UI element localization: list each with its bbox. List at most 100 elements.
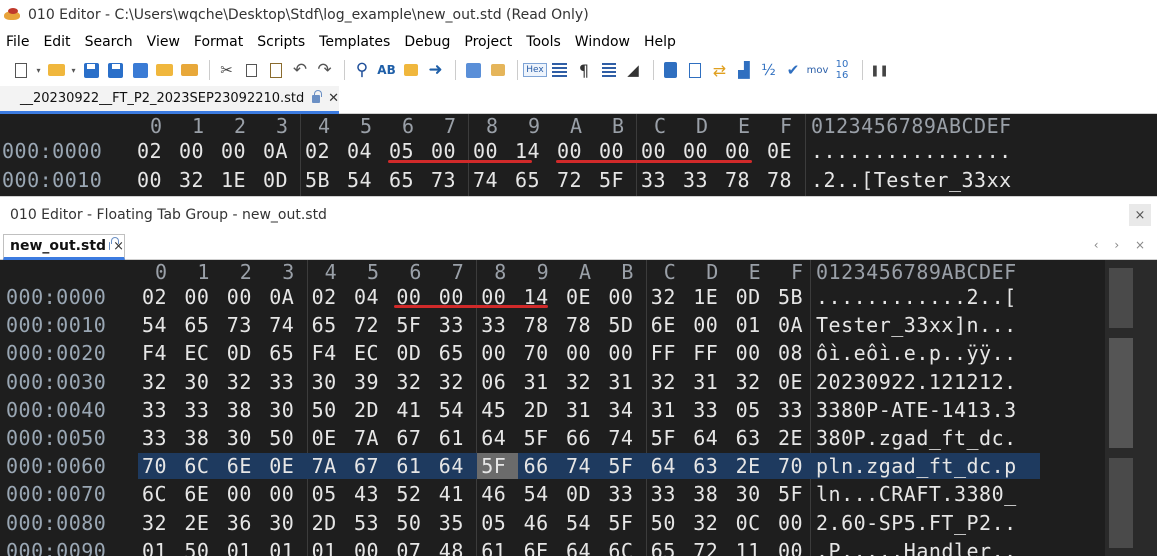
- checksum-icon[interactable]: ½: [758, 59, 780, 81]
- ascii-text[interactable]: Tester_33xx]n...: [816, 313, 1017, 337]
- hex-byte[interactable]: 1E: [221, 168, 246, 192]
- ascii-text[interactable]: pln.zgad_ft_dc.p: [816, 454, 1017, 478]
- calculator-icon[interactable]: [660, 59, 682, 81]
- hex-byte[interactable]: 53: [354, 511, 379, 535]
- hex-byte[interactable]: 01: [142, 539, 167, 556]
- hex-byte[interactable]: 31: [608, 370, 633, 394]
- hex-byte[interactable]: 00: [736, 341, 761, 365]
- hex-byte[interactable]: 0D: [566, 482, 591, 506]
- ascii-text[interactable]: .2..[Tester_33xx: [811, 168, 1012, 192]
- list-icon[interactable]: [598, 59, 620, 81]
- ascii-text[interactable]: ln...CRAFT.3380_: [816, 482, 1017, 506]
- hex-byte[interactable]: 7A: [354, 426, 379, 450]
- hex-byte[interactable]: 6C: [608, 539, 633, 556]
- hex-byte[interactable]: 5F: [481, 454, 506, 478]
- hex-byte[interactable]: 32: [651, 370, 676, 394]
- hex-byte[interactable]: 61: [439, 426, 464, 450]
- ascii-text[interactable]: 3380P-ATE-1413.3: [816, 398, 1017, 422]
- hex-byte[interactable]: 02: [142, 285, 167, 309]
- hex-byte[interactable]: 5F: [608, 454, 633, 478]
- hex-byte[interactable]: 78: [524, 313, 549, 337]
- hex-byte[interactable]: 6E: [651, 313, 676, 337]
- hex-byte[interactable]: 50: [184, 539, 209, 556]
- minimap-scrollbar[interactable]: [1105, 260, 1157, 556]
- hex-byte[interactable]: 61: [481, 539, 506, 556]
- hex-byte[interactable]: 50: [396, 511, 421, 535]
- hex-byte[interactable]: 46: [481, 482, 506, 506]
- ascii-text[interactable]: ................: [811, 139, 1012, 163]
- hex-byte[interactable]: 64: [693, 426, 718, 450]
- pilcrow-icon[interactable]: ¶: [573, 59, 595, 81]
- hex-byte[interactable]: 0D: [736, 285, 761, 309]
- goto-icon[interactable]: ➜: [425, 59, 447, 81]
- hex-byte[interactable]: 78: [566, 313, 591, 337]
- hex-byte[interactable]: 5B: [305, 168, 330, 192]
- copy-icon[interactable]: [240, 59, 262, 81]
- hex-byte[interactable]: 41: [439, 482, 464, 506]
- hex-byte[interactable]: 00: [354, 539, 379, 556]
- hex-byte[interactable]: 64: [481, 426, 506, 450]
- close-icon[interactable]: ✕: [328, 91, 339, 106]
- hex-byte[interactable]: 0D: [263, 168, 288, 192]
- menu-debug[interactable]: Debug: [397, 34, 457, 50]
- tab-nav-controls[interactable]: ‹ › ×: [1094, 238, 1151, 252]
- hex-byte[interactable]: 32: [142, 370, 167, 394]
- hex-byte[interactable]: 70: [142, 454, 167, 478]
- hex-byte[interactable]: 46: [524, 511, 549, 535]
- hex-byte[interactable]: 33: [778, 398, 803, 422]
- ascii-text[interactable]: 380P.zgad_ft_dc.: [816, 426, 1017, 450]
- hex-byte[interactable]: 72: [557, 168, 582, 192]
- hex-byte[interactable]: 02: [305, 139, 330, 163]
- hex-byte[interactable]: 00: [184, 285, 209, 309]
- mov-icon[interactable]: mov: [807, 59, 829, 81]
- hex-byte[interactable]: 7A: [312, 454, 337, 478]
- hex-byte[interactable]: 65: [389, 168, 414, 192]
- swap-icon[interactable]: ⇄: [709, 59, 731, 81]
- hex-byte[interactable]: 33: [142, 426, 167, 450]
- hex-byte[interactable]: 70: [524, 341, 549, 365]
- hex-byte[interactable]: 65: [515, 168, 540, 192]
- hex-byte[interactable]: 70: [778, 454, 803, 478]
- hex-byte[interactable]: 6C: [142, 482, 167, 506]
- hex-byte[interactable]: 33: [439, 313, 464, 337]
- paste-icon[interactable]: [265, 59, 287, 81]
- hex-byte[interactable]: 5F: [524, 426, 549, 450]
- hex-byte[interactable]: 33: [184, 398, 209, 422]
- hex-byte[interactable]: 54: [524, 482, 549, 506]
- hex-byte[interactable]: 01: [736, 313, 761, 337]
- hex-byte[interactable]: 39: [354, 370, 379, 394]
- hex-byte[interactable]: 01: [227, 539, 252, 556]
- hex-editor-top[interactable]: 0 1 2 3 4 5 6 7 8 9 A B C D E F 0123456789ABCDEF 000:0000…: [0, 114, 1157, 196]
- hex-byte[interactable]: 74: [608, 426, 633, 450]
- menu-format[interactable]: Format: [187, 34, 250, 50]
- hex-byte[interactable]: 00: [693, 313, 718, 337]
- hex-byte[interactable]: 2E: [736, 454, 761, 478]
- hex-byte[interactable]: 6E: [184, 482, 209, 506]
- hex-byte[interactable]: 38: [184, 426, 209, 450]
- hex-byte[interactable]: 38: [693, 482, 718, 506]
- undo-icon[interactable]: ↶: [289, 59, 311, 81]
- hex-byte[interactable]: FF: [693, 341, 718, 365]
- hex-byte[interactable]: 5F: [608, 511, 633, 535]
- hex-byte[interactable]: 33: [608, 482, 633, 506]
- hex-byte[interactable]: 2E: [778, 426, 803, 450]
- hex-byte[interactable]: 64: [439, 454, 464, 478]
- hex-byte[interactable]: FF: [651, 341, 676, 365]
- cut-icon[interactable]: ✂: [216, 59, 238, 81]
- hex-byte[interactable]: 54: [566, 511, 591, 535]
- highlight-icon[interactable]: ◢: [622, 59, 644, 81]
- hex-byte[interactable]: 54: [142, 313, 167, 337]
- hex-byte[interactable]: 36: [227, 511, 252, 535]
- hex-byte[interactable]: 00: [608, 341, 633, 365]
- hex-byte[interactable]: 33: [693, 398, 718, 422]
- hex-byte[interactable]: 65: [269, 341, 294, 365]
- find-icon[interactable]: ⚲: [351, 59, 373, 81]
- hex-editor-bottom[interactable]: 0 1 2 3 4 5 6 7 8 9 A B C D E F 0123456789ABCDEF 000:0000…: [0, 260, 1105, 556]
- redo-icon[interactable]: ↷: [314, 59, 336, 81]
- template-icon[interactable]: [684, 59, 706, 81]
- hex-byte[interactable]: 45: [481, 398, 506, 422]
- hex-byte[interactable]: 41: [396, 398, 421, 422]
- hex-byte[interactable]: 5B: [778, 285, 803, 309]
- hex-byte[interactable]: 65: [312, 313, 337, 337]
- hex-byte[interactable]: 0A: [269, 285, 294, 309]
